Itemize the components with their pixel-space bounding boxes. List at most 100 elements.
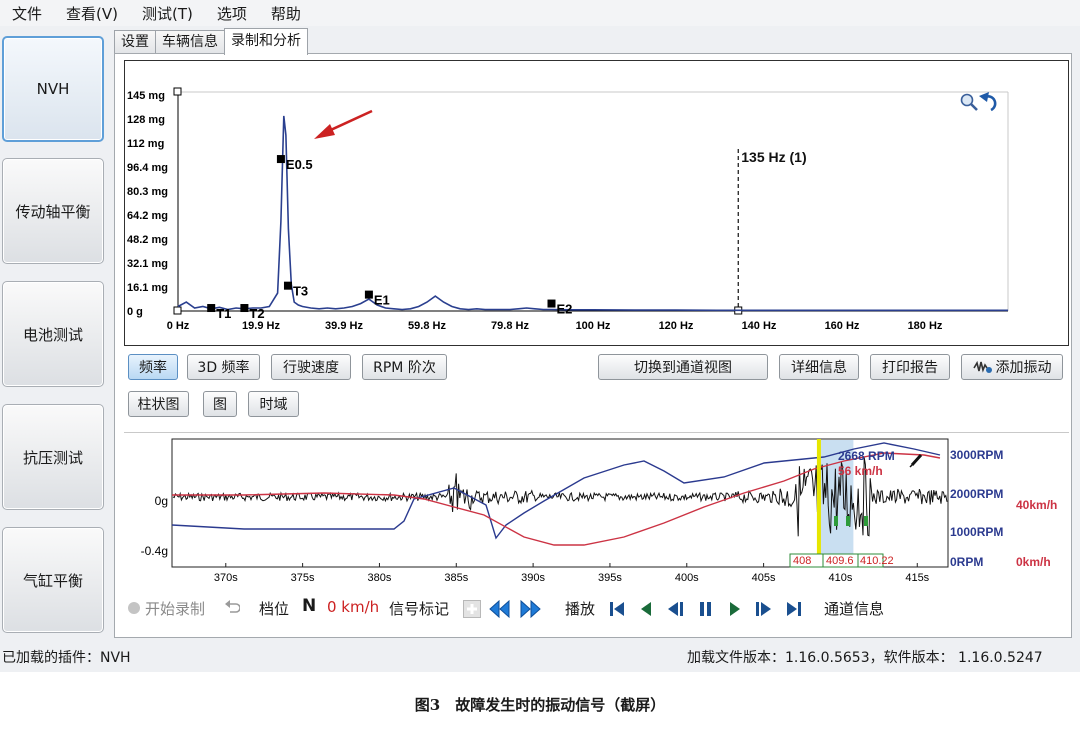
status-loaded-plugins: 已加载的插件：NVH xyxy=(2,650,131,666)
play-backward-icon[interactable] xyxy=(666,599,686,623)
tab-vehicle-info[interactable]: 车辆信息 xyxy=(155,30,225,54)
x-tick-label: 59.8 Hz xyxy=(408,320,446,332)
menu-test[interactable]: 测试(T) xyxy=(142,3,193,24)
marker-square[interactable] xyxy=(283,281,292,290)
sidebar-item-cylinder-balance[interactable]: 气缸平衡 xyxy=(2,527,104,633)
sel-label-end: 410.22 xyxy=(860,555,894,567)
marker-label: T1 xyxy=(216,306,231,321)
nvh-app-window: 文件 查看(V) 测试(T) 选项 帮助 NVH 传动轴平衡 电池测试 抗压测试… xyxy=(0,0,1080,672)
y-tick-label: 32.1 mg xyxy=(127,258,168,270)
marker-square[interactable] xyxy=(364,290,373,299)
start-recording-button[interactable]: 开始录制 xyxy=(145,598,205,619)
add-vibration-label: 添加振动 xyxy=(995,360,1052,376)
rpm-tick-2000: 2000RPM xyxy=(950,487,1003,501)
sidebar: NVH 传动轴平衡 电池测试 抗压测试 气缸平衡 xyxy=(2,32,106,638)
y-tick-label: 80.3 mg xyxy=(127,186,168,198)
spectrum-trace xyxy=(177,115,1008,312)
marker-square[interactable] xyxy=(207,304,216,313)
switch-channel-view-button[interactable]: 切换到通道视图 xyxy=(598,354,768,380)
record-dot-icon[interactable] xyxy=(127,601,141,619)
menu-options[interactable]: 选项 xyxy=(217,3,247,24)
pause-icon[interactable] xyxy=(698,599,714,623)
rpm-tick-0: 0RPM xyxy=(950,555,983,569)
tab-settings[interactable]: 设置 xyxy=(114,30,156,54)
x-tick-label: 39.9 Hz xyxy=(325,320,363,332)
tab-bar: 设置 车辆信息 录制和分析 xyxy=(114,28,308,55)
details-button[interactable]: 详细信息 xyxy=(779,354,859,380)
skip-to-end-icon[interactable] xyxy=(786,599,802,623)
3d-frequency-button[interactable]: 3D 频率 xyxy=(187,354,260,380)
vibration-icon xyxy=(972,360,992,373)
vehicle-speed-button[interactable]: 行驶速度 xyxy=(271,354,351,380)
cursor-readout: 135 Hz (1) xyxy=(741,149,806,165)
x-tick-label: 160 Hz xyxy=(825,320,860,332)
time-tick-label: 385s xyxy=(444,572,468,584)
sidebar-item-driveshaft-balance[interactable]: 传动轴平衡 xyxy=(2,158,104,264)
print-report-button[interactable]: 打印报告 xyxy=(870,354,950,380)
marker-square[interactable] xyxy=(547,299,556,308)
x-tick-label: 140 Hz xyxy=(742,320,777,332)
y-tick-label: 96.4 mg xyxy=(127,162,168,174)
bar-chart-button[interactable]: 柱状图 xyxy=(128,391,189,417)
marker-square[interactable] xyxy=(276,155,285,164)
status-bar: 已加载的插件：NVH 加载文件版本：1.16.0.5653，软件版本： 1.16… xyxy=(0,644,1080,668)
add-mark-icon[interactable] xyxy=(463,600,481,622)
x-tick-label: 180 Hz xyxy=(908,320,943,332)
y-label-zero: 0g xyxy=(155,494,168,508)
prev-mark-icon[interactable] xyxy=(488,599,512,623)
marker-square[interactable] xyxy=(240,304,249,313)
graph-button[interactable]: 图 xyxy=(203,391,237,417)
rpm-order-button[interactable]: RPM 阶次 xyxy=(362,354,447,380)
speed-readout: 56 km/h xyxy=(838,464,883,478)
time-tick-label: 380s xyxy=(368,572,392,584)
add-vibration-button[interactable]: 添加振动 xyxy=(961,354,1063,380)
x-range-handle-left[interactable] xyxy=(173,306,182,315)
marker-label: T2 xyxy=(249,306,264,321)
zoom-icon[interactable] xyxy=(960,93,978,111)
rpm-tick-1000: 1000RPM xyxy=(950,525,1003,539)
step-back-icon[interactable] xyxy=(639,599,653,623)
step-forward-icon[interactable] xyxy=(754,599,774,623)
speed-value: 0 km/h xyxy=(327,598,380,616)
sidebar-item-battery-test[interactable]: 电池测试 xyxy=(2,281,104,387)
next-mark-icon[interactable] xyxy=(518,599,542,623)
y-range-handle[interactable] xyxy=(173,87,182,96)
menu-bar: 文件 查看(V) 测试(T) 选项 帮助 xyxy=(0,0,1080,26)
sel-label-mid: 409.6 xyxy=(826,555,854,567)
channel-info-label[interactable]: 通道信息 xyxy=(824,598,884,619)
marker-label: E2 xyxy=(557,302,573,317)
y-label-neg: -0.4g xyxy=(141,544,168,558)
skip-to-start-icon[interactable] xyxy=(609,599,625,623)
undo-zoom-icon[interactable] xyxy=(979,92,997,112)
menu-help[interactable]: 帮助 xyxy=(271,3,301,24)
return-icon[interactable] xyxy=(224,599,241,619)
frequency-view-button[interactable]: 频率 xyxy=(128,354,178,380)
sidebar-item-nvh[interactable]: NVH xyxy=(2,36,104,142)
x-tick-label: 0 Hz xyxy=(167,320,190,332)
timeline-chart[interactable]: 370s 375s 380s 385s 390s 395s 400s 405s 410s 415s… xyxy=(124,432,1069,590)
time-domain-button[interactable]: 时域 xyxy=(248,391,299,417)
gear-label: 档位 xyxy=(259,600,290,618)
red-arrow-annotation xyxy=(314,109,373,139)
play-icon[interactable] xyxy=(728,599,742,623)
x-tick-label: 79.8 Hz xyxy=(491,320,529,332)
y-tick-label: 48.2 mg xyxy=(127,234,168,246)
menu-view[interactable]: 查看(V) xyxy=(66,3,118,24)
signal-mark-label: 信号标记 xyxy=(389,600,450,618)
menu-file[interactable]: 文件 xyxy=(12,3,42,24)
sidebar-item-compression-test[interactable]: 抗压测试 xyxy=(2,404,104,510)
y-tick-label: 64.2 mg xyxy=(127,210,168,222)
status-versions: 加载文件版本：1.16.0.5653，软件版本： 1.16.0.5247 xyxy=(687,650,1043,666)
time-tick-label: 400s xyxy=(675,572,699,584)
tab-record-analyze[interactable]: 录制和分析 xyxy=(224,28,308,55)
spectrum-chart[interactable]: 145 mg 128 mg 112 mg 96.4 mg 80.3 mg 64.2 mg 4… xyxy=(124,60,1069,346)
y-tick-label: 128 mg xyxy=(127,114,165,126)
marker-label: E0.5 xyxy=(286,157,313,172)
speed-tick-40: 40km/h xyxy=(1016,498,1057,512)
time-tick-label: 405s xyxy=(752,572,776,584)
time-tick-label: 415s xyxy=(905,572,929,584)
playback-toolbar: 开始录制 档位 N 0 km/h 信号标记 播放 通道信息 xyxy=(124,596,1069,622)
marker-label: T3 xyxy=(293,284,308,299)
y-tick-label: 145 mg xyxy=(127,90,165,102)
gear-value: N xyxy=(302,596,317,616)
